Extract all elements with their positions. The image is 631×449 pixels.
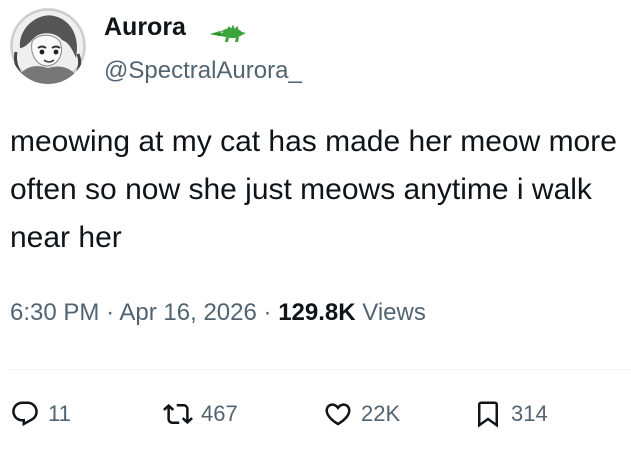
bookmark-icon xyxy=(473,399,503,429)
views-label: Views xyxy=(362,299,426,326)
avatar-drawing-icon xyxy=(10,8,86,84)
views-count: 129.8K xyxy=(278,299,356,326)
tweet-card: Aurora @SpectralAurora_ meowing at my ca… xyxy=(0,0,631,449)
author-handle[interactable]: @SpectralAurora_ xyxy=(104,56,302,86)
tweet-time[interactable]: 6:30 PM xyxy=(10,299,99,326)
heart-icon xyxy=(323,399,353,429)
like-button[interactable]: 22K xyxy=(323,396,400,432)
author-name[interactable]: Aurora xyxy=(104,12,186,42)
avatar[interactable] xyxy=(10,8,86,84)
reply-button[interactable]: 11 xyxy=(10,396,71,432)
reply-icon xyxy=(10,399,40,429)
tweet-text: meowing at my cat has made her meow more… xyxy=(10,125,617,254)
tweet-meta: 6:30 PM · Apr 16, 2026 · 129.8K Views xyxy=(10,298,426,328)
retweet-count: 467 xyxy=(201,401,238,426)
meta-separator: · xyxy=(263,299,272,326)
divider xyxy=(10,369,630,370)
bookmark-button[interactable]: 314 xyxy=(473,396,548,432)
reply-count: 11 xyxy=(48,401,71,426)
retweet-button[interactable]: 467 xyxy=(163,396,238,432)
crocodile-emoji-icon xyxy=(208,22,248,46)
tweet-date[interactable]: Apr 16, 2026 xyxy=(119,299,256,326)
like-count: 22K xyxy=(361,401,401,426)
meta-separator: · xyxy=(106,299,115,326)
retweet-icon xyxy=(163,399,193,429)
bookmark-count: 314 xyxy=(511,401,548,426)
